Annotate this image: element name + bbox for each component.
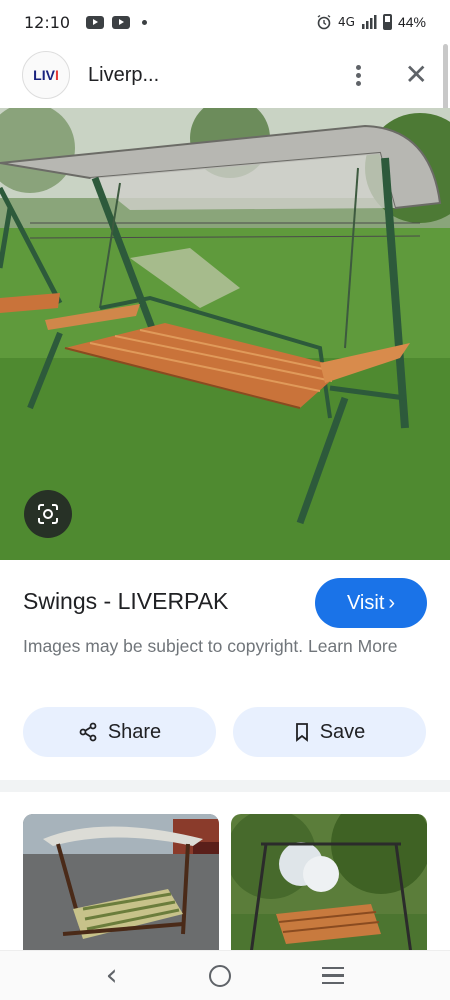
viewer-header: LIV I Liverp... ✕ (0, 44, 450, 106)
youtube-notification-icon (86, 15, 105, 29)
visit-label: Visit (346, 591, 385, 614)
visit-button[interactable]: Visit › (315, 578, 427, 628)
battery-percent: 44% (397, 14, 426, 30)
home-icon[interactable] (208, 964, 231, 987)
google-lens-button[interactable] (24, 490, 72, 538)
close-icon[interactable]: ✕ (405, 61, 428, 89)
save-button[interactable]: Save (233, 707, 426, 757)
save-label: Save (319, 720, 366, 743)
related-image-1[interactable] (23, 814, 219, 964)
main-image[interactable] (0, 108, 450, 560)
site-name[interactable]: Liverp... (88, 64, 159, 87)
youtube-notification-icon (112, 15, 131, 29)
copyright-notice[interactable]: Images may be subject to copyright. Lear… (23, 634, 413, 659)
share-button[interactable]: Share (23, 707, 216, 757)
site-logo: LIV I (22, 51, 70, 99)
section-divider (0, 780, 450, 792)
more-notifications-dot (142, 19, 148, 25)
status-icons: 4G 44% (316, 14, 426, 30)
network-type: 4G (338, 15, 355, 29)
share-icon (79, 722, 97, 742)
more-vert-icon[interactable] (347, 63, 371, 87)
alarm-icon (317, 14, 331, 30)
bookmark-icon (295, 723, 308, 742)
result-title[interactable]: Swings - LIVERPAK (23, 588, 228, 615)
signal-icon (361, 15, 377, 29)
battery-icon (382, 14, 392, 30)
chevron-right-icon: › (388, 591, 396, 614)
system-navigation-bar: ‹ (0, 950, 450, 1000)
status-bar: 12:10 4G 44% (0, 0, 450, 44)
recents-icon[interactable] (322, 966, 345, 985)
share-label: Share (107, 720, 162, 743)
back-icon[interactable]: ‹ (106, 958, 118, 993)
related-image-2[interactable] (231, 814, 427, 964)
status-time: 12:10 (24, 12, 71, 32)
lens-icon (38, 504, 58, 524)
action-buttons: Share Save (23, 707, 426, 757)
